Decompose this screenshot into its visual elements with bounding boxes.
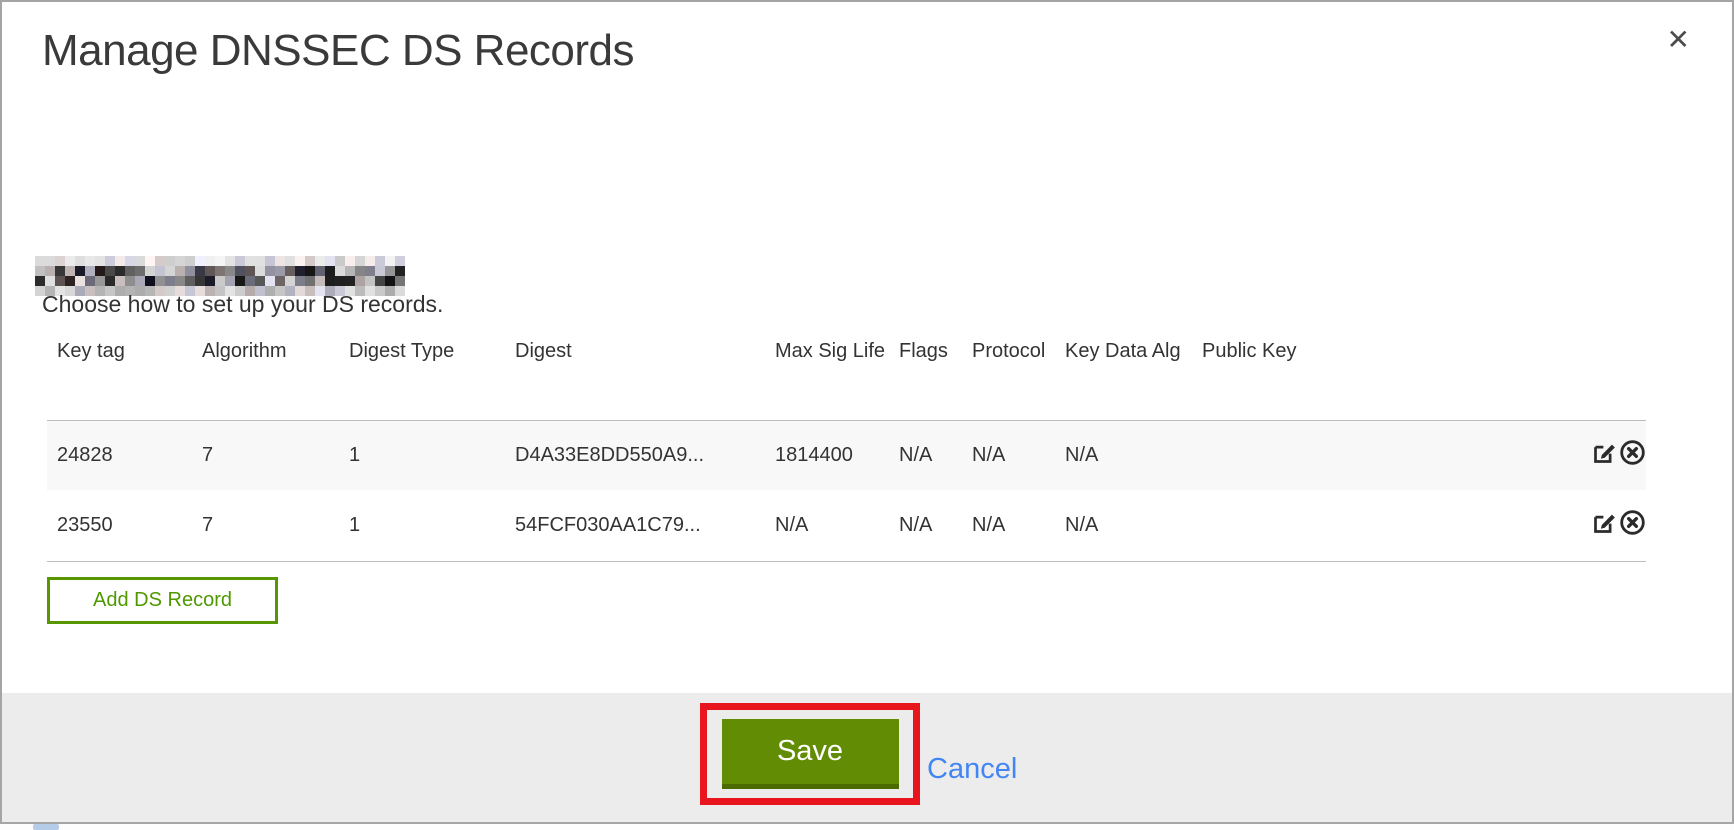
save-annotation-highlight: Save [700,703,920,805]
column-header-public-key: Public Key [1192,334,1561,421]
manage-dnssec-dialog: Manage DNSSEC DS Records ✕ Choose how to… [0,0,1734,824]
cell-algorithm: 7 [192,490,339,562]
cell-key-tag: 24828 [47,421,192,490]
table-row: 23550 7 1 54FCF030AA1C79... N/A N/A N/A … [47,490,1646,562]
column-header-algorithm: Algorithm [192,334,339,421]
column-header-protocol: Protocol [962,334,1055,421]
add-ds-record-button[interactable]: Add DS Record [47,577,278,624]
cell-max-sig-life: 1814400 [765,421,889,490]
cell-flags: N/A [889,421,962,490]
cell-digest: 54FCF030AA1C79... [505,490,765,562]
cell-digest: D4A33E8DD550A9... [505,421,765,490]
cell-digest-type: 1 [339,421,505,490]
ds-records-table: Key tag Algorithm Digest Type Digest Max… [47,334,1646,562]
delete-icon[interactable] [1619,439,1646,472]
cell-digest-type: 1 [339,490,505,562]
cell-algorithm: 7 [192,421,339,490]
cell-public-key [1192,490,1561,562]
column-header-actions [1561,334,1646,421]
cancel-link[interactable]: Cancel [927,753,1017,786]
cell-protocol: N/A [962,421,1055,490]
cell-key-data-alg: N/A [1055,490,1192,562]
dialog-footer: Save Cancel [2,693,1732,822]
column-header-key-tag: Key tag [47,334,192,421]
column-header-flags: Flags [889,334,962,421]
edit-icon[interactable] [1591,509,1618,542]
column-header-digest: Digest [505,334,765,421]
instruction-text: Choose how to set up your DS records. [42,291,443,318]
cell-protocol: N/A [962,490,1055,562]
underlying-page-artifact [33,824,59,830]
column-header-key-data-alg: Key Data Alg [1055,334,1192,421]
cell-public-key [1192,421,1561,490]
cell-max-sig-life: N/A [765,490,889,562]
table-row: 24828 7 1 D4A33E8DD550A9... 1814400 N/A … [47,421,1646,490]
redacted-domain [35,256,405,296]
delete-icon[interactable] [1619,509,1646,542]
column-header-digest-type: Digest Type [339,334,505,421]
table-header-row: Key tag Algorithm Digest Type Digest Max… [47,334,1646,421]
cell-key-data-alg: N/A [1055,421,1192,490]
cell-flags: N/A [889,490,962,562]
cell-key-tag: 23550 [47,490,192,562]
save-button[interactable]: Save [722,719,899,789]
close-icon[interactable]: ✕ [1667,26,1690,54]
edit-icon[interactable] [1591,439,1618,472]
page-title: Manage DNSSEC DS Records [42,26,634,76]
column-header-max-sig-life: Max Sig Life [765,334,889,421]
